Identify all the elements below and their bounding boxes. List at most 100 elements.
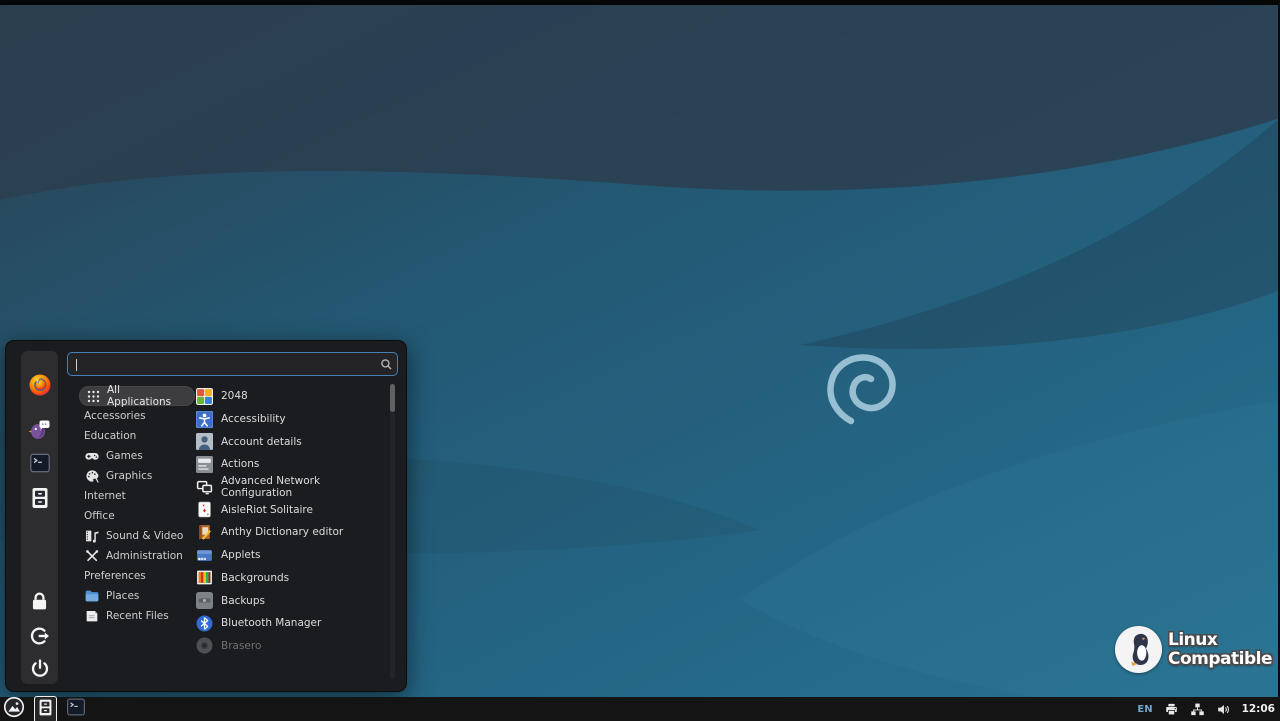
app-label: Anthy Dictionary editor [221, 526, 343, 538]
application-list: 2048 Accessibility [196, 385, 386, 657]
app-label: Backups [221, 595, 265, 607]
app-bluetooth-manager[interactable]: Bluetooth Manager [196, 612, 386, 635]
palette-icon [84, 468, 100, 484]
app-account-details[interactable]: Account details [196, 430, 386, 453]
logout-icon [29, 625, 51, 651]
category-administration[interactable]: Administration [79, 546, 195, 566]
disc-icon [196, 637, 213, 654]
watermark-line2: Compatible [1168, 650, 1272, 669]
clock[interactable]: 12:06 [1242, 703, 1275, 715]
category-label: Internet [84, 490, 126, 502]
category-internet[interactable]: Internet [79, 486, 195, 506]
search-input[interactable] [68, 353, 375, 375]
app-label: Backgrounds [221, 572, 289, 584]
files-icon [36, 698, 55, 721]
category-accessories[interactable]: Accessories [79, 406, 195, 426]
category-education[interactable]: Education [79, 426, 195, 446]
accessibility-icon [196, 411, 213, 428]
firefox-icon [28, 373, 52, 401]
desktop-screen: Linux Compatible [0, 0, 1280, 721]
category-places[interactable]: Places [79, 586, 195, 606]
account-icon [196, 433, 213, 450]
gamepad-icon [84, 448, 100, 464]
watermark-line1: Linux [1168, 631, 1272, 650]
category-label: Sound & Video [106, 530, 183, 542]
shutdown-button[interactable] [21, 658, 58, 684]
category-graphics[interactable]: Graphics [79, 466, 195, 486]
linux-compatible-watermark: Linux Compatible [1115, 626, 1272, 673]
bluetooth-icon [196, 615, 213, 632]
category-label: Accessories [84, 410, 146, 422]
app-2048[interactable]: 2048 [196, 385, 386, 408]
recent-files-icon [84, 608, 100, 624]
text-caret [76, 359, 77, 371]
category-office[interactable]: Office [79, 506, 195, 526]
taskbar-launchers [0, 696, 86, 721]
app-backups[interactable]: Backups [196, 589, 386, 612]
app-backgrounds[interactable]: Backgrounds [196, 567, 386, 590]
category-games[interactable]: Games [79, 446, 195, 466]
app-applets[interactable]: Applets [196, 544, 386, 567]
application-menu: All Applications Accessories Education G… [5, 340, 407, 692]
app-actions[interactable]: Actions [196, 453, 386, 476]
category-sound-video[interactable]: Sound & Video [79, 526, 195, 546]
ethernet-icon[interactable] [1190, 702, 1205, 717]
category-all-applications[interactable]: All Applications [79, 386, 195, 406]
screen-top-border [0, 0, 1280, 5]
folder-icon [84, 588, 100, 604]
crossed-tools-icon [84, 548, 100, 564]
taskbar: EN [0, 697, 1280, 721]
app-list-scrollbar[interactable] [390, 383, 395, 679]
taskbar-files-window[interactable] [34, 696, 57, 721]
category-list: All Applications Accessories Education G… [79, 386, 195, 626]
app-label: Accessibility [221, 413, 286, 425]
app-aisleriot-solitaire[interactable]: AisleRiot Solitaire [196, 498, 386, 521]
backgrounds-icon [196, 569, 213, 586]
pidgin-icon [28, 417, 52, 445]
category-recent-files[interactable]: Recent Files [79, 606, 195, 626]
penguin-icon [1115, 626, 1162, 673]
app-advanced-network-configuration[interactable]: Advanced Network Configuration [196, 476, 386, 499]
app-label: Advanced Network Configuration [221, 475, 386, 499]
terminal-icon [29, 452, 51, 478]
lock-screen-button[interactable] [21, 591, 58, 616]
app-label: Account details [221, 436, 302, 448]
firefox-launcher[interactable] [21, 373, 58, 401]
files-launcher[interactable] [21, 486, 58, 514]
category-preferences[interactable]: Preferences [79, 566, 195, 586]
pidgin-launcher[interactable] [21, 417, 58, 445]
scrollbar-thumb[interactable] [390, 384, 395, 412]
2048-icon [196, 388, 213, 405]
keyboard-layout-indicator[interactable]: EN [1137, 704, 1152, 715]
grid-icon [85, 388, 101, 404]
solitaire-icon [196, 501, 213, 518]
search-box[interactable] [67, 352, 398, 376]
printer-icon[interactable] [1164, 702, 1179, 717]
volume-icon[interactable] [1216, 702, 1231, 717]
app-label: Actions [221, 458, 259, 470]
taskbar-terminal-window[interactable] [66, 697, 86, 721]
terminal-launcher[interactable] [21, 452, 58, 478]
category-label: Office [84, 510, 115, 522]
search-icon [375, 358, 397, 371]
app-label: AisleRiot Solitaire [221, 504, 313, 516]
app-label: 2048 [221, 390, 248, 402]
category-label: Places [106, 590, 139, 602]
menu-button-icon [3, 696, 25, 721]
menu-sidebar [21, 351, 58, 684]
app-brasero[interactable]: Brasero [196, 635, 386, 658]
app-label: Brasero [221, 640, 261, 652]
files-icon [28, 486, 52, 514]
category-label: Administration [106, 550, 183, 562]
app-anthy-dictionary-editor[interactable]: Anthy Dictionary editor [196, 521, 386, 544]
power-icon [29, 658, 51, 684]
category-label: Preferences [84, 570, 146, 582]
menu-button[interactable] [3, 696, 25, 721]
lock-icon [29, 591, 50, 616]
category-label: Education [84, 430, 136, 442]
terminal-icon [66, 697, 86, 721]
app-accessibility[interactable]: Accessibility [196, 408, 386, 431]
category-label: Graphics [106, 470, 152, 482]
network-config-icon [196, 479, 213, 496]
logout-button[interactable] [21, 625, 58, 651]
